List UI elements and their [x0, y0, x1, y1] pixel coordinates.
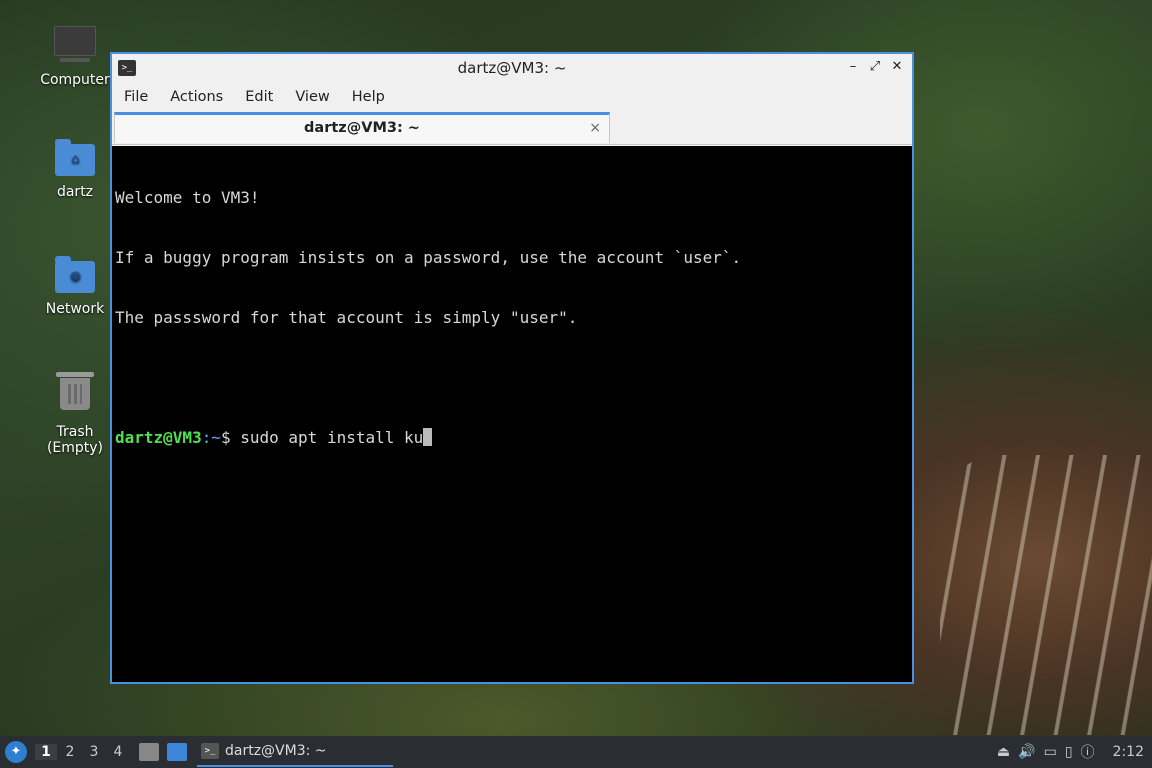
tab-close-icon[interactable]: × [589, 115, 601, 142]
home-folder-icon: ⌂ [54, 138, 96, 178]
prompt-symbol: $ [220, 428, 241, 447]
desktop-icon-home[interactable]: ⌂ dartz [30, 138, 120, 200]
removable-drive-icon[interactable]: ⏏ [997, 744, 1010, 760]
terminal-line: If a buggy program insists on a password… [115, 248, 742, 267]
prompt-user: dartz@VM3 [115, 428, 202, 447]
file-manager-icon[interactable] [139, 743, 159, 761]
system-tray: ⏏ 🔊 ▭ ▯ ⓘ 2:12 [997, 742, 1152, 762]
terminal-prompt-line: dartz@VM3:~$ sudo apt install ku [115, 428, 909, 448]
close-button[interactable]: ✕ [888, 58, 906, 76]
menubar: File Actions Edit View Help [112, 82, 912, 112]
text-cursor [423, 428, 433, 446]
notification-icon[interactable]: ⓘ [1081, 742, 1095, 762]
menu-file[interactable]: File [116, 89, 156, 105]
workspace-2[interactable]: 2 [59, 744, 81, 760]
desktop-icon-label: Trash (Empty) [46, 424, 104, 456]
workspace-3[interactable]: 3 [83, 744, 105, 760]
show-desktop-icon[interactable] [167, 743, 187, 761]
terminal-app-icon[interactable]: >_ [118, 60, 136, 76]
workspace-1[interactable]: 1 [35, 744, 57, 760]
terminal-output[interactable]: Welcome to VM3! If a buggy program insis… [112, 146, 912, 682]
volume-icon[interactable]: 🔊 [1018, 744, 1035, 760]
taskbar: ✦ 1 2 3 4 >_ dartz@VM3: ~ ⏏ 🔊 ▭ ▯ ⓘ 2:12 [0, 736, 1152, 768]
tab-terminal[interactable]: dartz@VM3: ~ × [114, 112, 610, 143]
desktop-icon-trash[interactable]: Trash (Empty) [30, 372, 120, 456]
menu-edit[interactable]: Edit [237, 89, 281, 105]
clipboard-icon[interactable]: ▯ [1065, 744, 1073, 760]
terminal-line: The passsword for that account is simply… [115, 308, 578, 327]
terminal-window: >_ dartz@VM3: ~ – ⤢ ✕ File Actions Edit … [110, 52, 914, 684]
terminal-line: Welcome to VM3! [115, 188, 260, 207]
terminal-command: sudo apt install ku [240, 428, 424, 447]
desktop-icon-computer[interactable]: Computer [30, 22, 120, 88]
network-folder-icon: ◉ [54, 255, 96, 295]
desktop-icon-label: Computer [40, 72, 110, 88]
prompt-separator: : [201, 428, 212, 447]
tab-bar: dartz@VM3: ~ × [112, 112, 912, 145]
maximize-button[interactable]: ⤢ [866, 58, 884, 76]
task-label: dartz@VM3: ~ [225, 743, 327, 759]
workspace-4[interactable]: 4 [107, 744, 129, 760]
computer-icon [54, 26, 96, 66]
desktop-icon-label: Network [45, 301, 105, 317]
terminal-task-icon: >_ [201, 743, 219, 759]
wallpaper-detail [940, 455, 1152, 735]
clock[interactable]: 2:12 [1113, 744, 1144, 760]
prompt-path: ~ [211, 428, 221, 447]
desktop-icon-label: dartz [56, 184, 94, 200]
window-titlebar[interactable]: >_ dartz@VM3: ~ – ⤢ ✕ [112, 54, 912, 82]
menu-actions[interactable]: Actions [162, 89, 231, 105]
minimize-button[interactable]: – [844, 58, 862, 76]
window-title: dartz@VM3: ~ [457, 59, 567, 77]
trash-icon [54, 372, 96, 418]
menu-view[interactable]: View [287, 89, 337, 105]
desktop-icon-network[interactable]: ◉ Network [30, 255, 120, 317]
start-menu-icon[interactable]: ✦ [5, 741, 27, 763]
tab-label: dartz@VM3: ~ [304, 120, 420, 136]
menu-help[interactable]: Help [344, 89, 393, 105]
network-icon[interactable]: ▭ [1044, 744, 1057, 760]
taskbar-task-terminal[interactable]: >_ dartz@VM3: ~ [197, 737, 393, 767]
